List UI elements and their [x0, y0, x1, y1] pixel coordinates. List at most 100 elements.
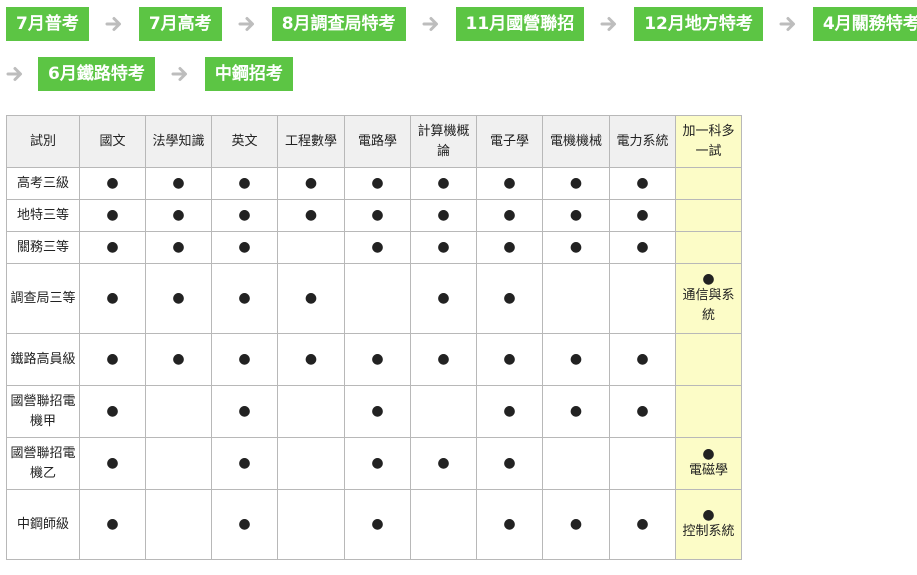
row-exam-label: 高考三級 [6, 167, 80, 200]
required-subject-cell: ● [211, 263, 278, 334]
timeline-row: 7月普考 7月高考 8月調查局特考 11月國營聯招 12月地方特考 4月關務特考 [6, 6, 917, 42]
required-mark: ● [503, 289, 516, 306]
table-row: 高考三級 ● ● ● ● ● ● ● ● ● [6, 167, 742, 200]
required-mark: ● [437, 454, 450, 471]
extra-subject-cell: ● 通信與系統 [675, 263, 742, 334]
required-mark: ● [636, 206, 649, 223]
required-subject-cell: ● [145, 231, 212, 264]
required-subject-cell: ● [344, 167, 411, 200]
required-subject-cell: ● [145, 333, 212, 386]
required-subject-cell: ● [211, 199, 278, 232]
required-mark: ● [371, 402, 384, 419]
required-subject-cell: ● [476, 263, 543, 334]
exam-pill[interactable]: 6月鐵路特考 [38, 57, 155, 91]
required-subject-cell: ● [410, 263, 477, 334]
arrow-right-icon [584, 15, 634, 33]
required-subject-cell: ● [410, 437, 477, 490]
required-mark: ● [636, 350, 649, 367]
exam-pill[interactable]: 11月國營聯招 [455, 7, 585, 41]
table-row: 關務三等 ● ● ● ● ● ● ● ● [6, 231, 742, 264]
extra-subject-cell: ● 電磁學 [675, 437, 742, 490]
required-subject-cell: ● [344, 437, 411, 490]
required-mark: ● [106, 289, 119, 306]
required-mark: ● [371, 206, 384, 223]
timeline-row: 6月鐵路特考 中鋼招考 [6, 56, 911, 92]
row-exam-label: 國營聯招電機甲 [6, 385, 80, 438]
empty-cell [277, 231, 345, 264]
required-subject-cell: ● [542, 385, 610, 438]
required-mark: ● [106, 206, 119, 223]
table-row: 國營聯招電機甲 ● ● ● ● ● ● [6, 385, 742, 438]
exam-pill[interactable]: 7月高考 [138, 7, 222, 41]
required-subject-cell: ● [476, 167, 543, 200]
required-subject-cell: ● [211, 489, 278, 560]
header-exam-type: 試別 [6, 115, 80, 168]
empty-cell [277, 489, 345, 560]
required-subject-cell: ● [79, 231, 146, 264]
required-mark: ● [238, 238, 251, 255]
exam-pill[interactable]: 8月調查局特考 [271, 7, 406, 41]
required-subject-cell: ● [211, 437, 278, 490]
required-subject-cell: ● [79, 437, 146, 490]
row-exam-label: 調查局三等 [6, 263, 80, 334]
empty-cell [542, 263, 610, 334]
required-subject-cell: ● [609, 385, 676, 438]
required-subject-cell: ● [344, 231, 411, 264]
required-mark: ● [172, 289, 185, 306]
required-mark: ● [569, 402, 583, 419]
exam-pill[interactable]: 7月普考 [6, 7, 89, 41]
extra-subject-cell [675, 231, 742, 264]
header-subject: 電路學 [344, 115, 411, 168]
header-subject: 英文 [211, 115, 278, 168]
required-subject-cell: ● [79, 333, 146, 386]
required-mark: ● [503, 206, 516, 223]
empty-cell [145, 437, 212, 490]
required-mark: ● [304, 289, 318, 306]
required-mark: ● [304, 206, 318, 223]
exam-timeline: 7月普考 7月高考 8月調查局特考 11月國營聯招 12月地方特考 4月關務特考 6月鐵路特… [6, 6, 917, 106]
required-subject-cell: ● [344, 199, 411, 232]
required-mark: ● [172, 238, 185, 255]
required-subject-cell: ● [476, 199, 543, 232]
required-subject-cell: ● [79, 199, 146, 232]
required-mark: ● [569, 174, 583, 191]
exam-pill[interactable]: 中鋼招考 [204, 57, 293, 91]
required-mark: ● [569, 238, 583, 255]
required-mark: ● [702, 270, 715, 287]
required-mark: ● [238, 515, 251, 532]
required-subject-cell: ● [277, 167, 345, 200]
required-subject-cell: ● [344, 333, 411, 386]
required-mark: ● [106, 350, 119, 367]
exam-pill[interactable]: 4月關務特考 [812, 7, 917, 41]
required-subject-cell: ● [609, 231, 676, 264]
extra-subject-cell [675, 333, 742, 386]
extra-subject-label: 通信與系統 [682, 287, 735, 323]
empty-cell [410, 489, 477, 560]
extra-subject-label: 控制系統 [682, 523, 735, 539]
required-mark: ● [437, 174, 450, 191]
required-subject-cell: ● [145, 263, 212, 334]
required-mark: ● [172, 350, 185, 367]
header-subject: 電力系統 [609, 115, 676, 168]
required-mark: ● [238, 206, 251, 223]
required-subject-cell: ● [344, 385, 411, 438]
required-mark: ● [106, 174, 119, 191]
header-extra-subject: 加一科多一試 [675, 115, 742, 168]
required-mark: ● [238, 350, 251, 367]
required-mark: ● [304, 350, 318, 367]
required-mark: ● [238, 289, 251, 306]
required-subject-cell: ● [79, 263, 146, 334]
required-mark: ● [503, 238, 516, 255]
required-mark: ● [371, 454, 384, 471]
row-exam-label: 關務三等 [6, 231, 80, 264]
required-subject-cell: ● [145, 199, 212, 232]
required-mark: ● [106, 454, 119, 471]
required-mark: ● [702, 506, 715, 523]
exam-pill[interactable]: 12月地方特考 [634, 7, 763, 41]
required-mark: ● [172, 174, 185, 191]
required-mark: ● [371, 350, 384, 367]
required-subject-cell: ● [476, 333, 543, 386]
empty-cell [410, 385, 477, 438]
required-mark: ● [371, 174, 384, 191]
extra-subject-label: 電磁學 [688, 462, 728, 478]
